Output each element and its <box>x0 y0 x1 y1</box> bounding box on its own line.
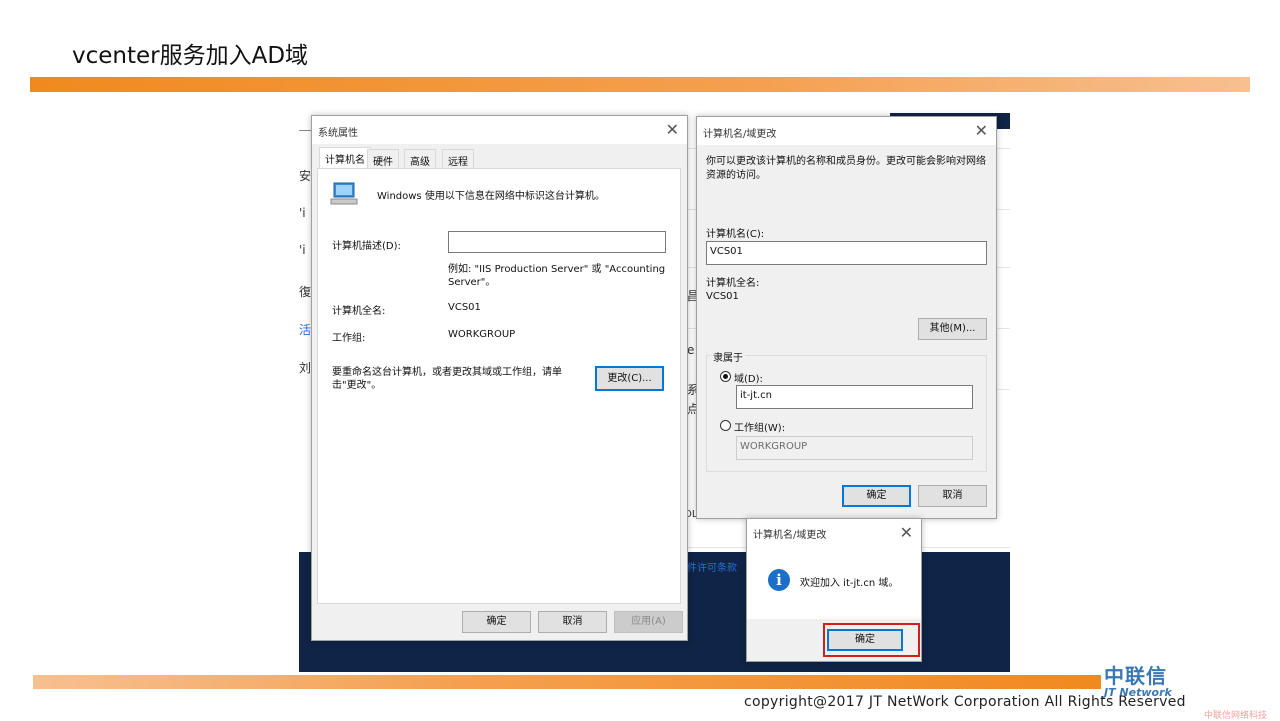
computer-name-label: 计算机名(C): <box>706 229 765 240</box>
computer-description-input[interactable] <box>448 231 666 253</box>
tab-hardware[interactable]: 硬件 <box>367 149 399 168</box>
example-text: 例如: "IIS Production Server" 或 "Accountin… <box>448 264 666 288</box>
background-link[interactable]: 活 <box>299 321 311 338</box>
system-properties-titlebar[interactable]: 系统属性 ✕ <box>312 116 687 144</box>
member-of-label: 隶属于 <box>711 349 745 364</box>
background-text: 安 <box>299 169 312 183</box>
background-text: 復 <box>299 285 312 299</box>
info-icon: i <box>768 569 790 591</box>
cancel-button[interactable]: 取消 <box>538 611 607 633</box>
top-accent-bar <box>30 77 1250 92</box>
slide-title: vcenter服务加入AD域 <box>72 43 309 69</box>
welcome-message: 欢迎加入 it-jt.cn 域。 <box>800 578 899 589</box>
background-text: 刘 <box>299 361 312 375</box>
tab-advanced[interactable]: 高级 <box>404 149 436 168</box>
welcome-titlebar[interactable]: 计算机名/域更改 ✕ <box>747 519 921 545</box>
domain-change-dialog: 计算机名/域更改 ✕ 你可以更改该计算机的名称和成员身份。更改可能会影响对网络资… <box>696 116 997 519</box>
workgroup-label: 工作组: <box>332 333 366 344</box>
background-text: 'i <box>299 243 306 257</box>
other-button[interactable]: 其他(M)... <box>918 318 987 340</box>
full-name-label: 计算机全名: <box>706 278 760 289</box>
workgroup-label: 工作组(W): <box>734 423 786 434</box>
close-icon[interactable]: ✕ <box>975 121 988 140</box>
workgroup-value: WORKGROUP <box>448 329 516 340</box>
intro-text: Windows 使用以下信息在网络中标识这台计算机。 <box>377 191 605 202</box>
full-name-value: VCS01 <box>706 291 739 302</box>
tab-remote[interactable]: 远程 <box>442 149 474 168</box>
dialog-title: 系统属性 <box>318 128 358 139</box>
background-text: 'i <box>299 206 306 220</box>
dialog-title: 计算机名/域更改 <box>703 129 777 140</box>
apply-button[interactable]: 应用(A) <box>614 611 683 633</box>
domain-change-titlebar[interactable]: 计算机名/域更改 ✕ <box>697 117 996 145</box>
bottom-accent-bar <box>33 675 1101 689</box>
ok-button[interactable]: 确定 <box>462 611 531 633</box>
logo-chinese-text: 中联信 <box>1104 664 1167 688</box>
background-text: e <box>687 343 695 357</box>
watermark-text: 中联信网络科技 <box>1204 711 1268 721</box>
dialog-title: 计算机名/域更改 <box>753 530 827 541</box>
tab-computer-name[interactable]: 计算机名 <box>319 147 371 168</box>
change-button[interactable]: 更改(C)... <box>595 366 664 391</box>
description-label: 计算机描述(D): <box>332 241 401 252</box>
domain-label: 域(D): <box>734 374 763 385</box>
computer-name-panel: Windows 使用以下信息在网络中标识这台计算机。 计算机描述(D): 例如:… <box>317 168 681 604</box>
highlight-box <box>823 623 920 657</box>
domain-radio[interactable] <box>720 371 731 382</box>
full-name-label: 计算机全名: <box>332 306 386 317</box>
cancel-button[interactable]: 取消 <box>918 485 987 507</box>
system-properties-dialog: 系统属性 ✕ 计算机名 硬件 高级 远程 Windows 使用以下信息在网络中标… <box>311 115 688 641</box>
copyright-text: copyright@2017 JT NetWork Corporation Al… <box>744 694 1186 710</box>
computer-name-input[interactable]: VCS01 <box>706 241 987 265</box>
rename-instructions: 要重命名这台计算机，或者更改其域或工作组，请单击"更改"。 <box>332 367 562 391</box>
workgroup-input[interactable]: WORKGROUP <box>736 436 973 460</box>
computer-icon <box>330 182 358 205</box>
license-terms-link[interactable]: 件许可条款 <box>687 559 737 574</box>
background-divider <box>299 130 311 131</box>
workgroup-radio[interactable] <box>720 420 731 431</box>
ok-button[interactable]: 确定 <box>842 485 911 507</box>
full-name-value: VCS01 <box>448 302 481 313</box>
close-icon[interactable]: ✕ <box>666 120 679 139</box>
intro-text: 你可以更改该计算机的名称和成员身份。更改可能会影响对网络资源的访问。 <box>706 156 986 181</box>
close-icon[interactable]: ✕ <box>900 523 913 542</box>
domain-input[interactable]: it-jt.cn <box>736 385 973 409</box>
